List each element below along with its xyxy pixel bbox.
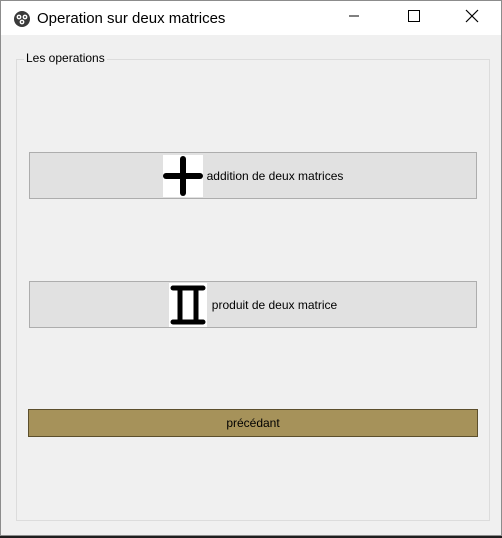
groupbox-title: Les operations [24, 51, 107, 65]
close-button[interactable] [449, 1, 495, 35]
addition-button-label: addition de deux matrices [206, 168, 344, 183]
main-window: Operation sur deux matrices Les operatio… [0, 0, 502, 536]
minimize-icon [348, 9, 360, 27]
back-button[interactable]: précédant [28, 409, 478, 437]
product-button[interactable]: produit de deux matrice [29, 281, 477, 328]
title-bar[interactable]: Operation sur deux matrices [1, 1, 501, 35]
gear-cluster-icon [13, 10, 31, 28]
minimize-button[interactable] [331, 1, 377, 35]
window-title: Operation sur deux matrices [37, 10, 226, 27]
back-button-label: précédant [226, 416, 280, 430]
addition-button[interactable]: addition de deux matrices [29, 152, 477, 199]
product-button-label: produit de deux matrice [211, 297, 338, 312]
plus-icon [162, 154, 203, 197]
maximize-button[interactable] [391, 1, 437, 35]
close-icon [465, 9, 479, 28]
pi-product-icon [168, 282, 207, 327]
maximize-icon [408, 9, 420, 27]
